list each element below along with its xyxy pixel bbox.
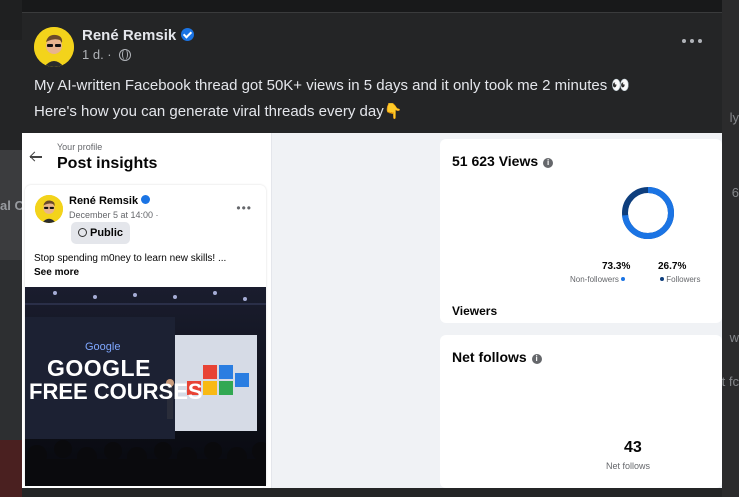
breadcrumb: Your profile	[57, 142, 103, 152]
back-arrow-icon	[30, 151, 42, 163]
views-title: 51 623 Views i	[452, 153, 554, 169]
background-left	[0, 0, 22, 497]
follows-title-text: Net follows	[452, 349, 527, 365]
net-follows-card: Net follows i 43 Net follows	[440, 335, 722, 488]
google-logo-text: Google	[85, 341, 121, 353]
inner-post-text: Stop spending m0ney to learn new skills!…	[34, 253, 227, 264]
net-follows-label: Net follows	[606, 461, 651, 471]
non-followers-label-row: Non-followers	[570, 275, 626, 284]
more-options-button[interactable]	[682, 39, 702, 45]
conference-photo: Google GOOGLE FREE COURSES	[25, 287, 266, 486]
inner-author: René Remsik	[69, 195, 151, 207]
see-more-link: See more	[34, 267, 80, 278]
followers-label-row: Followers	[660, 275, 700, 284]
views-title-text: 51 623 Views	[452, 153, 539, 169]
views-card: 51 623 Views i 73.3% Non-followers 26.7% …	[440, 139, 722, 323]
inner-date: December 5 at 14:00 ·	[69, 210, 159, 220]
audience-label: Public	[90, 227, 124, 239]
inner-avatar	[35, 195, 63, 223]
net-follows-count: 43	[624, 439, 642, 456]
post-time[interactable]: 1 d.	[82, 47, 104, 62]
post-text-line-2: Here's how you can generate viral thread…	[34, 103, 403, 120]
non-followers-percent: 73.3%	[602, 261, 631, 272]
post-meta: 1 d. ·	[82, 47, 132, 62]
inner-more-icon: •••	[236, 201, 252, 215]
background-right-text: ly	[729, 110, 739, 125]
background-right-text: 6	[731, 185, 739, 200]
non-followers-dot-icon	[621, 277, 626, 281]
info-icon: i	[531, 354, 542, 364]
followers-dot-icon	[660, 277, 664, 281]
followers-label: Followers	[666, 275, 701, 284]
globe-icon	[78, 228, 87, 237]
inner-post-card: René Remsik December 5 at 14:00 · ••• Pu…	[25, 185, 266, 488]
inner-verified-icon	[141, 195, 151, 204]
audience-pill: Public	[71, 222, 131, 244]
insights-panel: Your profile Post insights René Remsik D…	[22, 133, 272, 488]
page-title: Post insights	[57, 155, 158, 172]
follows-title: Net follows i	[452, 349, 542, 365]
image-headline-2: FREE COURSES	[29, 379, 203, 404]
author-name[interactable]: René Remsik	[82, 27, 195, 44]
inner-author-text: René Remsik	[69, 195, 139, 207]
views-donut-chart	[622, 187, 674, 239]
feed-post: René Remsik 1 d. · My AI-written Faceboo…	[22, 12, 722, 497]
background-right	[722, 0, 739, 497]
post-image[interactable]: Your profile Post insights René Remsik D…	[22, 133, 722, 488]
background-left-text: al C	[0, 198, 24, 213]
non-followers-label: Non-followers	[570, 275, 619, 284]
author-name-text[interactable]: René Remsik	[82, 27, 176, 44]
image-headline-1: GOOGLE	[47, 355, 151, 381]
globe-icon	[119, 49, 132, 61]
background-right-text: t fc	[721, 374, 739, 389]
viewers-label: Viewers	[452, 304, 498, 318]
info-icon: i	[543, 158, 554, 168]
post-text-line-1: My AI-written Facebook thread got 50K+ v…	[34, 77, 631, 94]
followers-percent: 26.7%	[658, 261, 687, 272]
author-avatar[interactable]	[34, 27, 74, 67]
background-right-text: w	[729, 330, 739, 345]
verified-badge-icon	[181, 28, 195, 41]
